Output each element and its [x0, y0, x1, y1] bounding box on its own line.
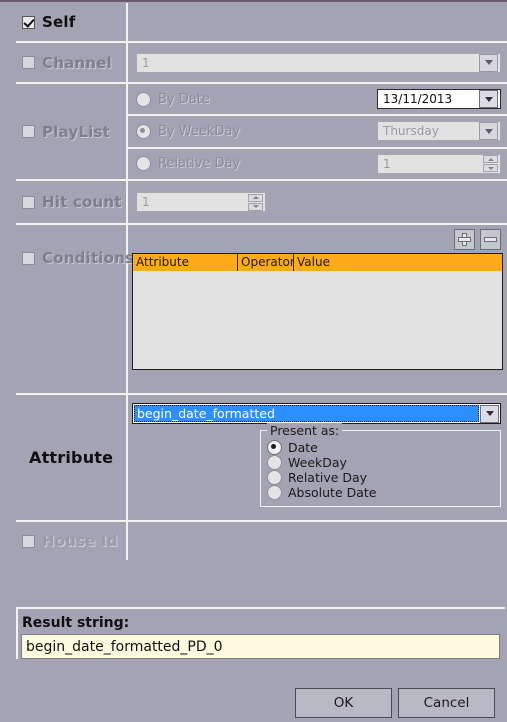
by-date-radio[interactable] [136, 91, 151, 107]
column-header-attribute: Attribute [133, 254, 238, 271]
house-id-label-cell[interactable]: House Id [16, 522, 128, 560]
playlist-label-cell[interactable]: PlayList [16, 84, 128, 179]
conditions-table-header: Attribute Operator Value [133, 254, 502, 271]
spinner-arrows-icon[interactable] [248, 193, 263, 211]
hit-count-label-cell[interactable]: Hit count [16, 181, 128, 223]
by-weekday-value: Thursday [383, 124, 439, 139]
channel-dropdown[interactable]: 1 [136, 52, 501, 73]
by-date-value: 13/11/2013 [383, 92, 453, 107]
row-self: Self [16, 3, 507, 41]
playlist-option-by-date[interactable]: By Date 13/11/2013 [128, 84, 507, 114]
self-label-cell[interactable]: Self [16, 3, 128, 41]
column-header-value: Value [297, 255, 330, 269]
conditions-checkbox[interactable] [22, 251, 35, 265]
by-date-dropdown[interactable]: 13/11/2013 [377, 89, 501, 110]
result-string-field[interactable]: begin_date_formatted_PD_0 [21, 634, 500, 659]
attribute-selected-value: begin_date_formatted [134, 405, 479, 422]
chevron-down-icon[interactable] [479, 53, 498, 72]
plus-icon [458, 232, 471, 246]
spinner-up-icon[interactable] [248, 193, 263, 202]
ok-button[interactable]: OK [295, 688, 392, 718]
minus-icon [484, 236, 497, 242]
by-weekday-radio[interactable] [136, 123, 151, 139]
relative-day-radio[interactable] [136, 156, 151, 172]
attribute-content-cell: begin_date_formatted Present as: Date We… [128, 395, 507, 520]
hit-count-value: 1 [142, 195, 150, 209]
remove-condition-button[interactable] [480, 228, 501, 250]
hit-count-value-cell: 1 [128, 181, 507, 223]
row-house-id: House Id [16, 520, 507, 560]
hit-count-checkbox[interactable] [22, 195, 35, 209]
present-as-option-absolute-date[interactable]: Absolute Date [267, 485, 494, 500]
house-id-value-cell [128, 522, 507, 560]
present-as-weekday-radio[interactable] [267, 455, 282, 470]
conditions-table: Attribute Operator Value [132, 253, 503, 370]
attribute-label: Attribute [29, 448, 114, 467]
result-string-label: Result string: [22, 615, 130, 631]
spinner-down-icon[interactable] [483, 164, 498, 173]
conditions-toolbar [132, 225, 507, 253]
channel-checkbox[interactable] [22, 56, 35, 69]
present-as-date-label: Date [288, 440, 318, 455]
criteria-form: Self Channel 1 PlayList By Date 13/11/20… [16, 3, 507, 560]
channel-value-cell: 1 [128, 43, 507, 82]
playlist-option-relative-day[interactable]: Relative Day 1 [128, 146, 507, 179]
playlist-options-cell: By Date 13/11/2013 By WeekDay Thursday R… [128, 84, 507, 179]
hit-count-label: Hit count [42, 193, 122, 211]
playlist-label: PlayList [42, 122, 110, 141]
chevron-down-icon[interactable] [479, 122, 498, 141]
by-weekday-dropdown[interactable]: Thursday [377, 121, 501, 142]
present-as-absolute-date-label: Absolute Date [288, 485, 377, 500]
channel-label-cell[interactable]: Channel [16, 43, 128, 82]
row-conditions: Conditions Attribute Operator Value [16, 223, 507, 393]
row-playlist: PlayList By Date 13/11/2013 By WeekDay T… [16, 82, 507, 179]
present-as-option-relative-day[interactable]: Relative Day [267, 470, 494, 485]
window-top-border [0, 0, 507, 2]
present-as-weekday-label: WeekDay [288, 455, 347, 470]
hit-count-spinner[interactable]: 1 [136, 192, 266, 212]
present-as-relative-day-radio[interactable] [267, 470, 282, 485]
self-checkbox[interactable] [22, 15, 35, 29]
channel-label: Channel [42, 53, 112, 72]
conditions-table-cell: Attribute Operator Value [128, 225, 507, 393]
house-id-checkbox[interactable] [22, 534, 35, 548]
self-label: Self [42, 13, 76, 31]
present-as-relative-day-label: Relative Day [288, 470, 368, 485]
spinner-up-icon[interactable] [483, 155, 498, 164]
row-hit-count: Hit count 1 [16, 179, 507, 223]
present-as-date-radio[interactable] [267, 440, 282, 455]
present-as-absolute-date-radio[interactable] [267, 485, 282, 500]
attribute-label-cell: Attribute [16, 395, 128, 520]
playlist-checkbox[interactable] [22, 125, 35, 138]
spinner-arrows-icon[interactable] [483, 155, 498, 173]
relative-day-label: Relative Day [158, 156, 241, 172]
present-as-title: Present as: [267, 423, 343, 438]
chevron-down-icon[interactable] [479, 90, 498, 109]
row-attribute: Attribute begin_date_formatted Present a… [16, 393, 507, 520]
result-string-panel: Result string: begin_date_formatted_PD_0 [16, 607, 505, 659]
channel-value: 1 [142, 55, 150, 70]
conditions-label: Conditions [42, 249, 135, 267]
relative-day-value: 1 [383, 156, 391, 171]
conditions-label-cell[interactable]: Conditions [16, 225, 134, 393]
by-date-label: By Date [158, 91, 210, 107]
present-as-option-date[interactable]: Date [267, 440, 494, 455]
conditions-table-body[interactable] [133, 271, 502, 369]
column-header-operator: Operator [238, 254, 294, 271]
chevron-down-icon[interactable] [480, 404, 499, 423]
row-channel: Channel 1 [16, 41, 507, 82]
attribute-dropdown[interactable]: begin_date_formatted [132, 403, 501, 424]
present-as-groupbox: Present as: Date WeekDay Relative Day Ab… [260, 423, 501, 507]
self-value-cell [128, 3, 507, 41]
house-id-label: House Id [42, 532, 118, 550]
playlist-option-by-weekday[interactable]: By WeekDay Thursday [128, 114, 507, 146]
relative-day-spinner[interactable]: 1 [377, 153, 501, 174]
spinner-down-icon[interactable] [248, 202, 263, 211]
by-weekday-label: By WeekDay [158, 123, 241, 139]
dialog-button-bar: OK Cancel [0, 688, 507, 718]
present-as-option-weekday[interactable]: WeekDay [267, 455, 494, 470]
add-condition-button[interactable] [454, 228, 475, 250]
cancel-button[interactable]: Cancel [398, 688, 495, 718]
